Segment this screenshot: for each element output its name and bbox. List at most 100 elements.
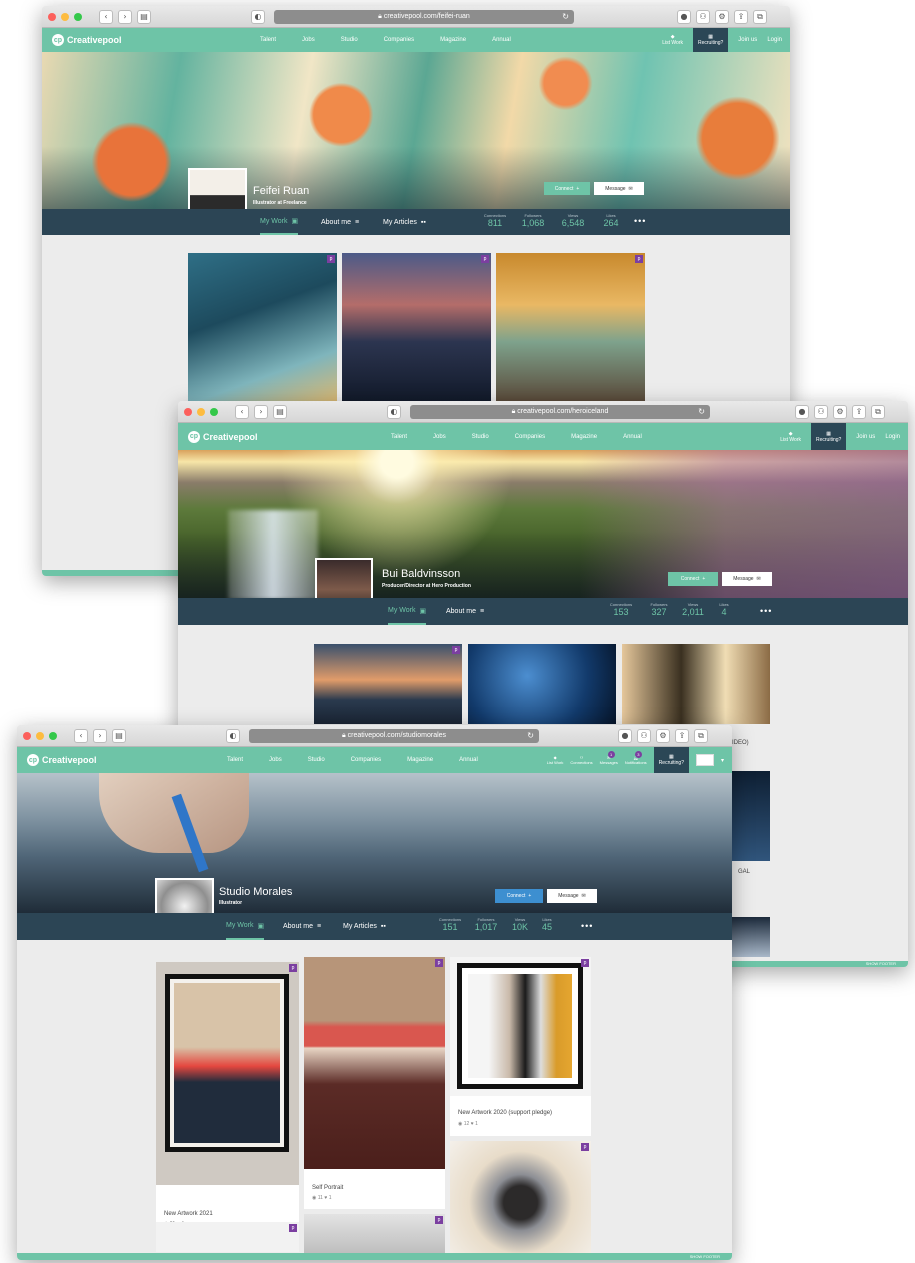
shield-icon[interactable]: ◐	[251, 9, 265, 24]
work-card[interactable]: p	[342, 253, 491, 401]
more-icon[interactable]: •••	[581, 921, 593, 931]
stat-views[interactable]: Views 6,548	[558, 213, 588, 228]
menu-annual[interactable]: Annual	[492, 37, 511, 43]
connect-button[interactable]: Connect +	[668, 572, 718, 586]
message-button[interactable]: Message ✉	[547, 889, 597, 903]
connect-button[interactable]: Connect +	[544, 182, 590, 195]
tabs-icon[interactable]: ⧉	[753, 9, 767, 24]
menu-companies[interactable]: Companies	[515, 434, 545, 440]
minimize-dot[interactable]	[36, 731, 44, 740]
user-menu[interactable]	[695, 754, 714, 766]
close-dot[interactable]	[184, 407, 192, 416]
work-card[interactable]	[622, 644, 770, 724]
tab-my-articles[interactable]: My Articles ▪▪	[383, 209, 426, 235]
shield-icon[interactable]: ◐	[226, 728, 240, 743]
login-link[interactable]: Login	[885, 434, 900, 440]
address-bar[interactable]: 🔒︎ creativepool.com/feifei-ruan ↻	[274, 9, 574, 24]
recruiting-button[interactable]: ▦ Recruiting?	[811, 423, 847, 450]
address-bar[interactable]: 🔒︎ creativepool.com/heroiceland ↻	[410, 404, 710, 419]
more-icon[interactable]: •••	[760, 606, 772, 616]
chevron-down-icon[interactable]: ▾	[721, 757, 724, 764]
stat-likes[interactable]: Likes 45	[537, 917, 557, 932]
stat-connections[interactable]: Connections 151	[435, 917, 465, 932]
maximize-dot[interactable]	[210, 407, 218, 416]
join-link[interactable]: Join us	[738, 37, 757, 43]
connect-button[interactable]: Connect +	[495, 889, 543, 903]
extension-icon[interactable]: ●	[795, 404, 809, 419]
notifications-button[interactable]: 🔔︎3Notifications	[625, 751, 647, 765]
menu-talent[interactable]: Talent	[260, 37, 276, 43]
tab-about-me[interactable]: About me ≡	[446, 598, 484, 625]
back-icon[interactable]: ‹	[99, 9, 113, 24]
menu-talent[interactable]: Talent	[391, 434, 407, 440]
tabs-icon[interactable]: ⧉	[871, 404, 885, 419]
stat-likes[interactable]: Likes 4	[712, 602, 736, 617]
recruiting-button[interactable]: ▦ Recruiting?	[693, 28, 729, 52]
list-work-button[interactable]: ◆ List Work	[662, 34, 683, 46]
menu-magazine[interactable]: Magazine	[407, 757, 433, 763]
extension-2-icon[interactable]: ⚇	[696, 9, 710, 24]
settings-icon[interactable]: ⚙	[833, 404, 847, 419]
message-button[interactable]: Message ✉	[594, 182, 644, 195]
forward-icon[interactable]: ›	[93, 728, 107, 743]
menu-studio[interactable]: Studio	[341, 37, 358, 43]
back-icon[interactable]: ‹	[74, 728, 88, 743]
join-link[interactable]: Join us	[856, 434, 875, 440]
stat-connections[interactable]: Connections 811	[480, 213, 510, 228]
settings-icon[interactable]: ⚙	[715, 9, 729, 24]
menu-jobs[interactable]: Jobs	[302, 37, 315, 43]
stat-views[interactable]: Views 2,011	[678, 602, 708, 617]
menu-annual[interactable]: Annual	[623, 434, 642, 440]
share-icon[interactable]: ⇪	[852, 404, 866, 419]
message-button[interactable]: Message ✉	[722, 572, 772, 586]
tab-my-articles[interactable]: My Articles ▪▪	[343, 913, 386, 940]
sidebar-icon[interactable]: ▤	[273, 404, 287, 419]
work-card[interactable]: p New Artwork 2021 ◉ 21 ♥ 4	[156, 962, 299, 1235]
menu-companies[interactable]: Companies	[384, 37, 414, 43]
extension-icon[interactable]: ●	[677, 9, 691, 24]
site-logo[interactable]: cp Creativepool	[188, 430, 258, 443]
stat-likes[interactable]: Likes 264	[596, 213, 626, 228]
work-card[interactable]: p New Artwork 2020 (support pledge) ◉ 12…	[450, 957, 591, 1136]
work-card[interactable]: p	[314, 644, 462, 724]
reload-icon[interactable]: ↻	[698, 407, 705, 416]
menu-magazine[interactable]: Magazine	[571, 434, 597, 440]
avatar[interactable]	[155, 878, 214, 913]
reload-icon[interactable]: ↻	[527, 731, 534, 740]
list-work-button[interactable]: ◆ List Work	[780, 431, 801, 443]
maximize-dot[interactable]	[74, 12, 82, 21]
work-card[interactable]	[468, 644, 616, 724]
sidebar-icon[interactable]: ▤	[137, 9, 151, 24]
connections-button[interactable]: ⚇ Connections	[570, 755, 592, 765]
more-icon[interactable]: •••	[634, 216, 646, 226]
work-card[interactable]: p	[450, 1141, 591, 1253]
extension-icon[interactable]: ●	[618, 728, 632, 743]
recruiting-button[interactable]: ▦ Recruiting?	[653, 747, 689, 773]
menu-studio[interactable]: Studio	[472, 434, 489, 440]
reload-icon[interactable]: ↻	[562, 12, 569, 21]
share-icon[interactable]: ⇪	[734, 9, 748, 24]
back-icon[interactable]: ‹	[235, 404, 249, 419]
forward-icon[interactable]: ›	[118, 9, 132, 24]
menu-studio[interactable]: Studio	[308, 757, 325, 763]
stat-followers[interactable]: Followers 1,017	[471, 917, 501, 932]
close-dot[interactable]	[48, 12, 56, 21]
stat-views[interactable]: Views 10K	[507, 917, 533, 932]
work-card[interactable]: p	[304, 1214, 445, 1254]
show-footer-button[interactable]: SHOW FOOTER	[17, 1253, 732, 1260]
sidebar-icon[interactable]: ▤	[112, 728, 126, 743]
work-card[interactable]: p	[496, 253, 645, 401]
menu-talent[interactable]: Talent	[227, 757, 243, 763]
login-link[interactable]: Login	[767, 37, 782, 43]
minimize-dot[interactable]	[61, 12, 69, 21]
forward-icon[interactable]: ›	[254, 404, 268, 419]
menu-jobs[interactable]: Jobs	[269, 757, 282, 763]
minimize-dot[interactable]	[197, 407, 205, 416]
work-card[interactable]: p Self Portrait ◉ 11 ♥ 1	[304, 957, 445, 1209]
list-work-button[interactable]: ◆ List Work	[547, 755, 564, 765]
address-bar[interactable]: 🔒︎ creativepool.com/studiomorales ↻	[249, 728, 539, 743]
stat-connections[interactable]: Connections 153	[606, 602, 636, 617]
tab-my-work[interactable]: My Work ▣	[226, 913, 265, 940]
work-card[interactable]	[732, 771, 770, 861]
work-card[interactable]: p	[156, 1222, 299, 1252]
